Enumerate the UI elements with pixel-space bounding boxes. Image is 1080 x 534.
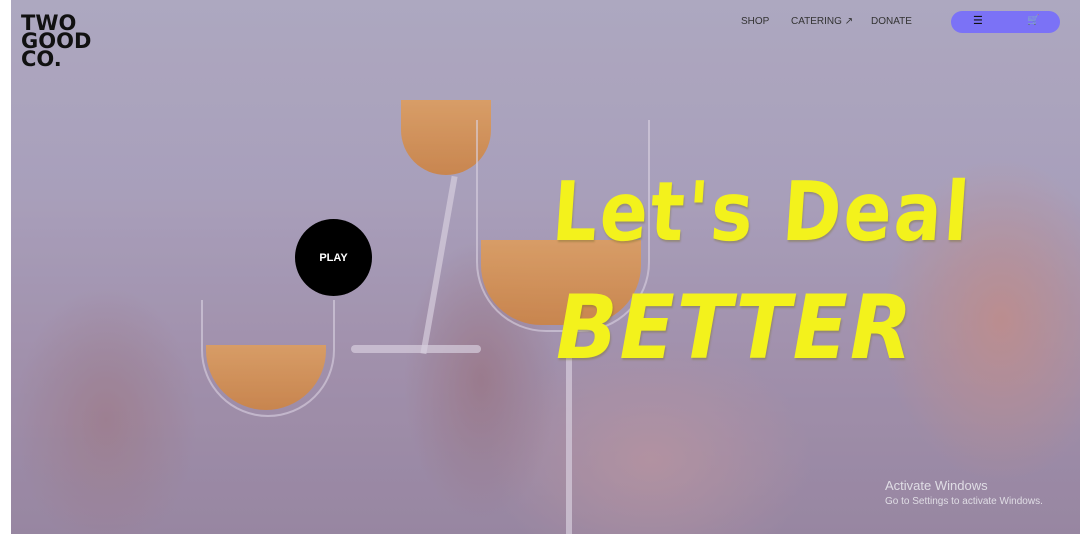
cart-icon[interactable]: 🛒 xyxy=(1027,15,1039,26)
brand-logo[interactable]: TWO GOOD CO. xyxy=(21,13,91,70)
nav-catering-link[interactable]: CATERING ↗ xyxy=(791,16,853,27)
menu-cart-pill[interactable]: ☰ 🛒 xyxy=(951,11,1060,33)
hero-headline-line-2: BETTER xyxy=(556,276,915,379)
hamburger-menu-icon[interactable]: ☰ xyxy=(973,14,983,27)
hero-tint-overlay xyxy=(11,0,1080,534)
hero-headline-line-1: Let's Deal xyxy=(549,165,975,260)
watermark-subtitle: Go to Settings to activate Windows. xyxy=(885,496,1043,507)
hero-video-background xyxy=(11,0,1080,534)
nav-donate-link[interactable]: DONATE xyxy=(871,16,912,27)
play-button[interactable]: PLAY xyxy=(295,219,372,296)
nav-shop-link[interactable]: SHOP xyxy=(741,16,771,27)
watermark-title: Activate Windows xyxy=(885,478,988,493)
windows-activation-watermark: Activate Windows Go to Settings to activ… xyxy=(885,478,1043,507)
